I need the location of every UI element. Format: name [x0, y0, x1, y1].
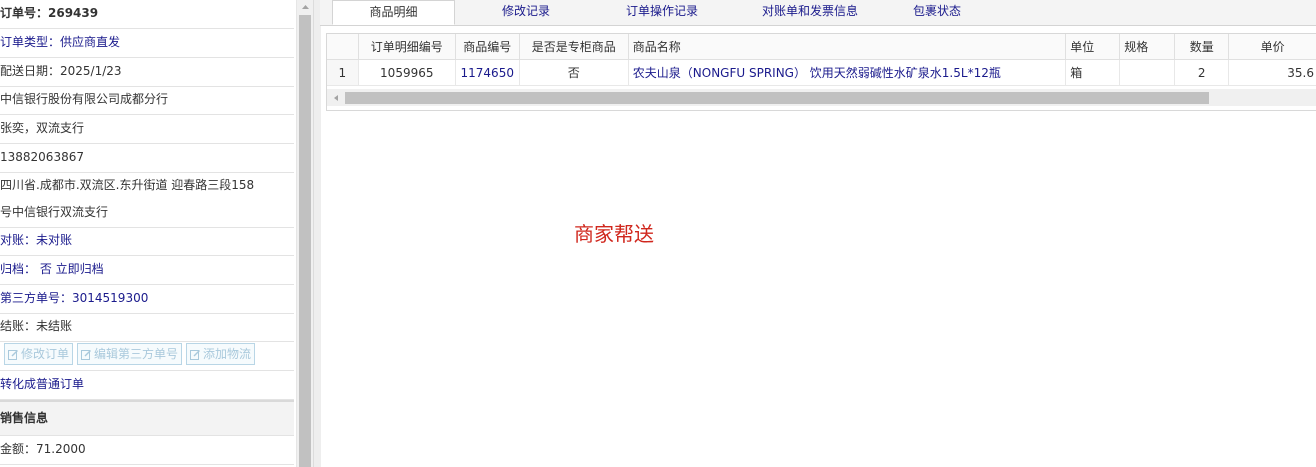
product-name-link[interactable]: 农夫山泉（NONGFU SPRING） 饮用天然弱碱性水矿泉水1.5L*12瓶	[628, 59, 1067, 86]
detail-number-cell: 1059965	[358, 59, 456, 86]
order-type: 订单类型：供应商直发	[0, 29, 294, 58]
tab-package-status[interactable]: 包裹状态	[890, 0, 984, 25]
column-header-product-number[interactable]: 商品编号	[455, 34, 520, 60]
is-counter-cell: 否	[519, 59, 629, 86]
column-header-product-name[interactable]: 商品名称	[628, 34, 1067, 60]
sales-info-header: 销售信息	[0, 400, 294, 436]
row-number-cell: 1	[327, 59, 359, 86]
edit-order-label: 修改订单	[21, 346, 70, 361]
column-header-row-number	[327, 34, 359, 60]
edit-third-party-number-button[interactable]: 编辑第三方单号	[77, 343, 183, 365]
column-header-unit-price[interactable]: 单价	[1228, 34, 1316, 60]
third-party-number: 第三方单号：3014519300	[0, 285, 294, 314]
archive-status[interactable]: 归档： 否 立即归档	[0, 256, 294, 285]
settlement-status: 结账：未结账	[0, 313, 294, 342]
convert-to-normal-order-link[interactable]: 转化成普通订单	[0, 371, 294, 400]
edit-icon	[190, 349, 201, 360]
edit-icon	[81, 349, 92, 360]
column-header-spec[interactable]: 规格	[1119, 34, 1176, 60]
left-panel-scroll-thumb[interactable]	[299, 15, 311, 467]
column-header-is-counter[interactable]: 是否是专柜商品	[519, 34, 629, 60]
product-number-link[interactable]: 1174650	[455, 59, 520, 86]
product-detail-grid: 订单明细编号 商品编号 是否是专柜商品 商品名称 单位 规格 数量 单价 1 1…	[326, 33, 1316, 111]
order-action-buttons: 修改订单 编辑第三方单号 添加物流	[4, 343, 256, 367]
table-row[interactable]: 1 1059965 1174650 否 农夫山泉（NONGFU SPRING） …	[327, 59, 1316, 86]
tab-modification-log[interactable]: 修改记录	[468, 0, 584, 25]
left-panel-scrollbar[interactable]	[296, 0, 314, 467]
scroll-left-arrow-icon[interactable]	[329, 92, 343, 104]
address-line-1: 四川省.成都市.双流区.东升街道 迎春路三段158	[0, 178, 255, 192]
grid-horizontal-scrollbar[interactable]	[327, 89, 1316, 106]
edit-icon	[8, 349, 18, 360]
merchant-delivery-note: 商家帮送	[574, 222, 654, 246]
order-info-panel: 订单号：269439 订单类型：供应商直发 配送日期：2025/1/23 中信银…	[0, 0, 296, 467]
tab-product-details[interactable]: 商品明细	[332, 0, 455, 25]
product-table: 订单明细编号 商品编号 是否是专柜商品 商品名称 单位 规格 数量 单价 1 1…	[327, 34, 1316, 86]
column-header-quantity[interactable]: 数量	[1174, 34, 1230, 60]
address-line-2: 号中信银行双流支行	[0, 199, 294, 228]
column-header-unit[interactable]: 单位	[1065, 34, 1121, 60]
order-number: 订单号：269439	[0, 0, 294, 29]
scroll-up-arrow-icon[interactable]	[297, 0, 314, 14]
sales-amount: 金额：71.2000	[0, 436, 294, 465]
company-name: 中信银行股份有限公司成都分行	[0, 86, 294, 115]
table-header-row: 订单明细编号 商品编号 是否是专柜商品 商品名称 单位 规格 数量 单价	[327, 34, 1316, 60]
panel-splitter[interactable]	[313, 0, 321, 467]
quantity-cell: 2	[1174, 59, 1230, 86]
reconcile-status: 对账：未对账	[0, 227, 294, 256]
unit-price-cell: 35.6	[1228, 59, 1316, 86]
add-logistics-button[interactable]: 添加物流	[186, 343, 256, 365]
detail-tabs: 商品明细 修改记录 订单操作记录 对账单和发票信息 包裹状态	[320, 0, 1316, 26]
column-header-detail-number[interactable]: 订单明细编号	[358, 34, 456, 60]
phone-number: 13882063867	[0, 144, 294, 173]
contact-person: 张奕，双流支行	[0, 115, 294, 144]
tab-statement-invoice[interactable]: 对账单和发票信息	[735, 0, 885, 25]
edit-third-party-number-label: 编辑第三方单号	[94, 346, 179, 361]
spec-cell	[1119, 59, 1176, 86]
unit-cell: 箱	[1065, 59, 1121, 86]
delivery-date: 配送日期：2025/1/23	[0, 58, 294, 87]
grid-scroll-thumb[interactable]	[345, 92, 1209, 104]
tab-order-operation-log[interactable]: 订单操作记录	[604, 0, 720, 25]
edit-order-button[interactable]: 修改订单	[4, 343, 74, 365]
add-logistics-label: 添加物流	[203, 346, 252, 361]
